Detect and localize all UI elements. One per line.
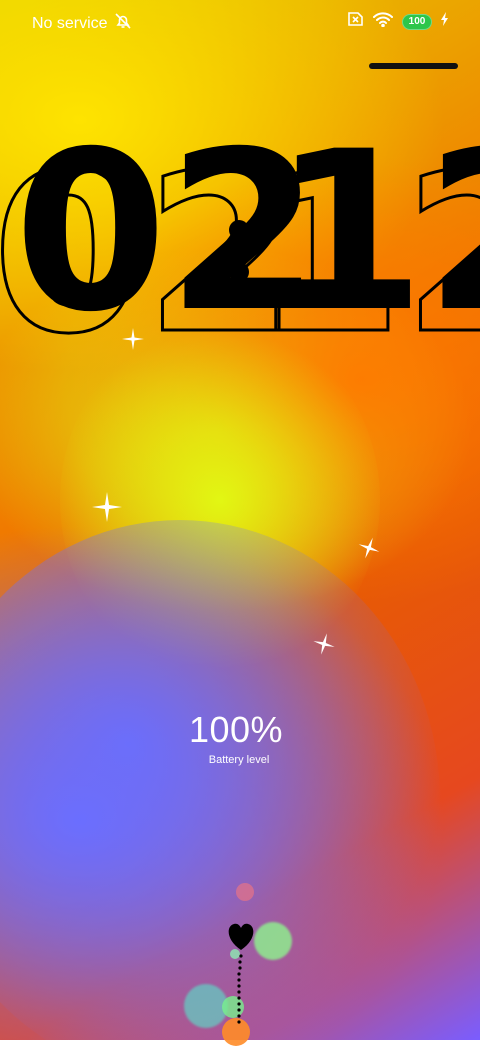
separator-dot-bottom bbox=[229, 262, 249, 282]
charging-bolt-icon bbox=[440, 12, 450, 31]
battery-caption: Battery level bbox=[208, 754, 270, 766]
bokeh-circle bbox=[236, 883, 254, 901]
separator-dot-top bbox=[229, 220, 249, 240]
sim-error-icon bbox=[346, 12, 364, 31]
heart-balloon bbox=[228, 923, 254, 1024]
wallpaper-purple-glow bbox=[0, 520, 440, 1040]
battery-icon: 100 bbox=[402, 13, 432, 30]
status-right: 100 bbox=[346, 11, 450, 32]
sparkle-icon bbox=[92, 492, 122, 522]
heart-icon bbox=[228, 923, 254, 950]
battery-percent: 100% bbox=[188, 709, 284, 750]
top-handle-bar[interactable] bbox=[369, 63, 458, 69]
battery-info: 100% Battery level bbox=[0, 709, 480, 767]
bell-muted-icon bbox=[114, 12, 132, 35]
clock-minutes: 12 12 bbox=[249, 120, 480, 380]
bokeh-circle bbox=[254, 922, 292, 960]
wifi-icon bbox=[372, 11, 394, 32]
sparkle-icon bbox=[358, 537, 380, 559]
sparkle-icon bbox=[122, 328, 144, 350]
status-left: No service bbox=[32, 12, 132, 35]
carrier-text: No service bbox=[32, 14, 108, 32]
battery-level-text: 100 bbox=[408, 16, 426, 27]
status-bar: No service 100 bbox=[0, 0, 480, 44]
sparkle-icon bbox=[313, 633, 335, 655]
minutes-text: 12 bbox=[272, 120, 480, 360]
clock-display: .digit { font-family: "DejaVu Sans", san… bbox=[0, 120, 480, 380]
balloon-rope bbox=[237, 954, 243, 1024]
